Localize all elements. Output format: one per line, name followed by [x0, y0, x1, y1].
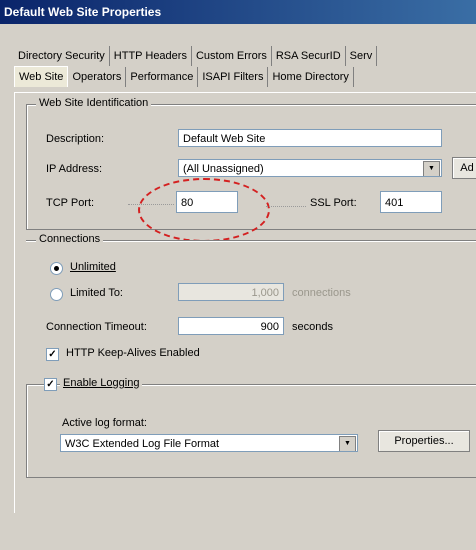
connections-unit-label: connections [292, 287, 351, 299]
tab-web-site[interactable]: Web Site [14, 66, 69, 87]
window-title: Default Web Site Properties [0, 0, 476, 24]
ssl-leader-line [266, 206, 306, 207]
limited-label[interactable]: Limited To: [70, 287, 123, 299]
active-log-format-label: Active log format: [62, 417, 147, 429]
log-format-dropdown[interactable]: W3C Extended Log File Format ▼ [60, 434, 358, 452]
tab-isapi-filters[interactable]: ISAPI Filters [198, 67, 269, 87]
ip-address-dropdown[interactable]: (All Unassigned) ▼ [178, 159, 442, 177]
ip-address-label: IP Address: [46, 163, 103, 175]
tab-server[interactable]: Serv [345, 46, 378, 66]
log-format-value: W3C Extended Log File Format [65, 438, 220, 450]
tab-operators[interactable]: Operators [68, 67, 127, 87]
keepalive-checkbox[interactable]: ✓ [46, 348, 59, 361]
description-field[interactable]: Default Web Site [178, 129, 442, 147]
limited-radio[interactable] [50, 288, 63, 301]
tab-http-headers[interactable]: HTTP Headers [109, 46, 192, 66]
ssl-port-field[interactable]: 401 [380, 191, 442, 213]
enable-logging-checkbox[interactable]: ✓ [44, 378, 57, 391]
chevron-down-icon[interactable]: ▼ [423, 161, 440, 176]
unlimited-label[interactable]: Unlimited [70, 261, 116, 273]
advanced-button[interactable]: Ad [452, 157, 476, 179]
highlight-circle [138, 178, 270, 242]
identification-legend: Web Site Identification [36, 97, 152, 109]
enable-logging-label[interactable]: Enable Logging [60, 377, 143, 389]
unlimited-radio[interactable] [50, 262, 63, 275]
tcp-port-label: TCP Port: [46, 197, 95, 209]
tab-rsa-securid[interactable]: RSA SecurID [271, 46, 346, 66]
seconds-label: seconds [292, 321, 333, 333]
ip-address-value: (All Unassigned) [183, 163, 264, 175]
tab-performance[interactable]: Performance [126, 67, 199, 87]
tab-directory-security[interactable]: Directory Security [14, 46, 110, 66]
timeout-label: Connection Timeout: [46, 321, 147, 333]
tab-home-directory[interactable]: Home Directory [268, 67, 354, 87]
tab-custom-errors[interactable]: Custom Errors [191, 46, 272, 66]
connections-legend: Connections [36, 233, 104, 245]
description-label: Description: [46, 133, 105, 145]
ssl-port-label: SSL Port: [310, 197, 357, 209]
properties-button[interactable]: Properties... [378, 430, 470, 452]
tab-row-2: Web Site Operators Performance ISAPI Filter… [14, 66, 354, 87]
tab-row-1: Directory Security HTTP Headers Custom Err… [14, 46, 378, 66]
limited-field[interactable]: 1,000 [178, 283, 284, 301]
chevron-down-icon[interactable]: ▼ [339, 436, 356, 451]
keepalive-label[interactable]: HTTP Keep-Alives Enabled [66, 347, 200, 359]
timeout-field[interactable]: 900 [178, 317, 284, 335]
